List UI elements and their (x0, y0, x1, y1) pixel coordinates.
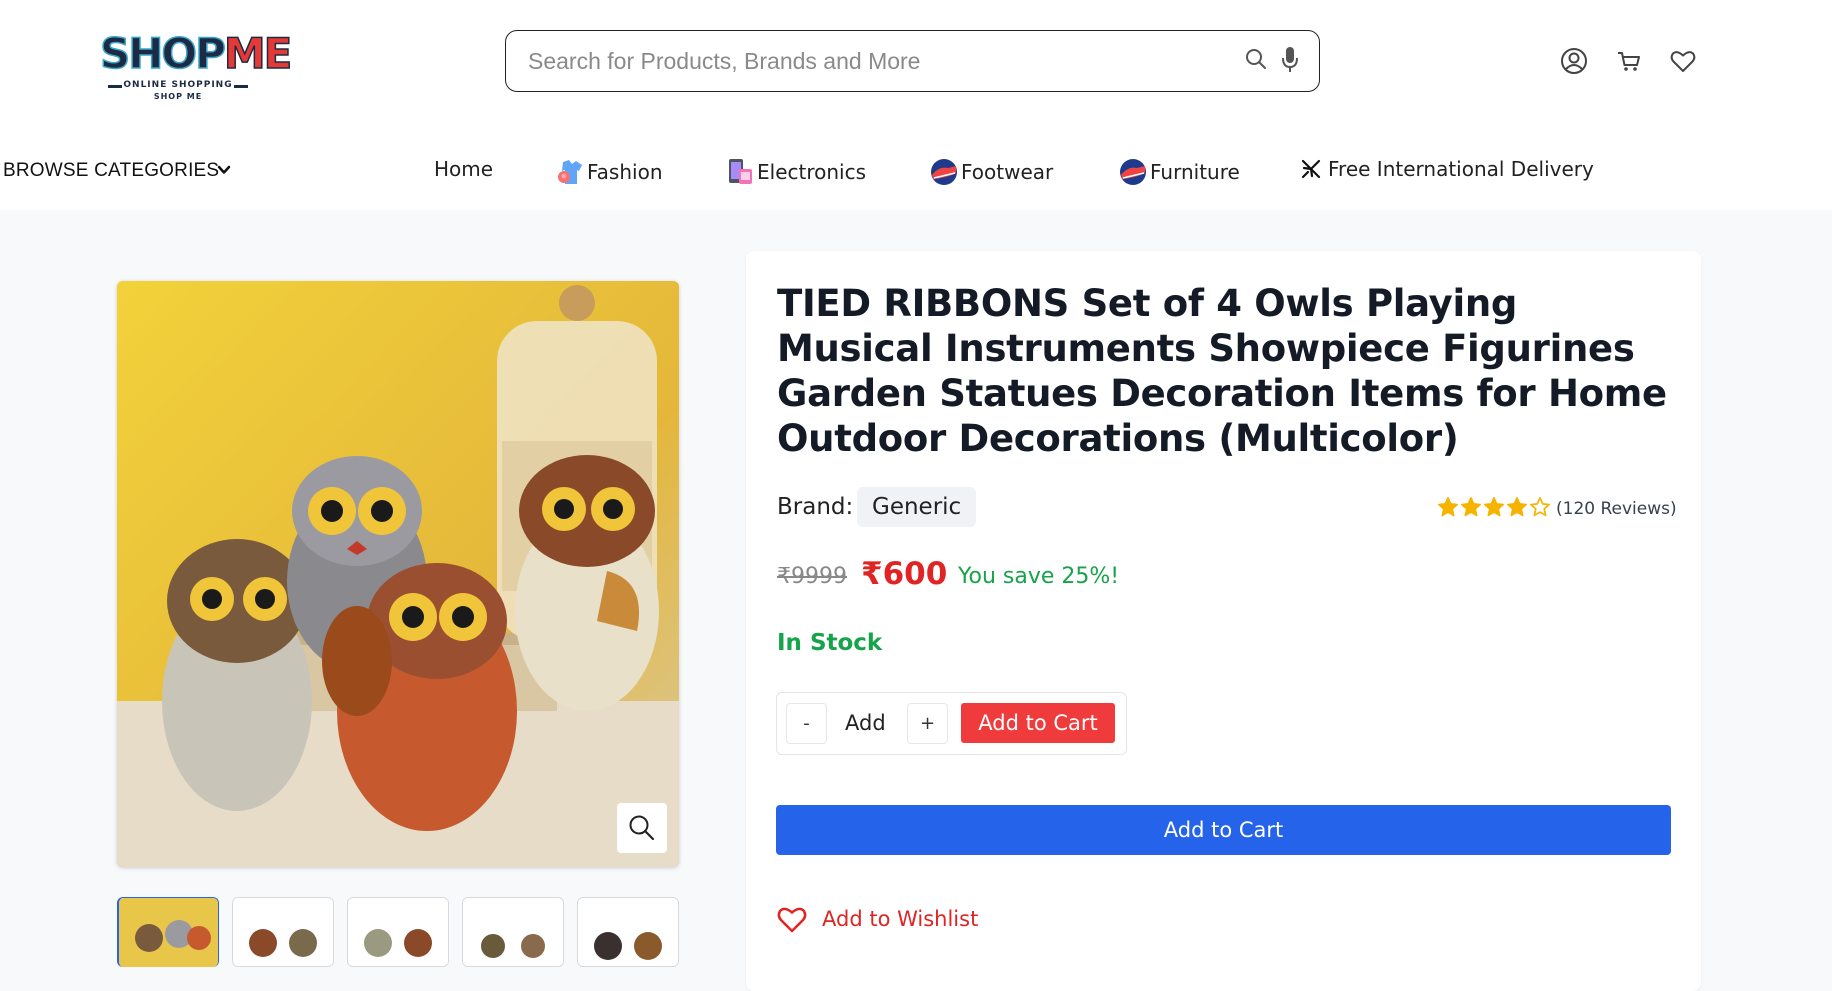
nav-item-fashion[interactable]: Fashion (555, 157, 663, 187)
browse-categories-button[interactable]: BROWSE CATEGORIES (3, 160, 219, 182)
fashion-icon (558, 160, 582, 184)
owl-figure (515, 455, 659, 711)
product-thumbnail[interactable] (347, 897, 449, 967)
product-thumbnail[interactable] (577, 897, 679, 967)
add-to-wishlist-button[interactable]: Add to Wishlist (776, 904, 978, 934)
browse-categories-label: BROWSE CATEGORIES (3, 160, 220, 181)
product-thumbnail[interactable] (232, 897, 334, 967)
magnifier-icon (629, 815, 655, 841)
nav-item-footwear[interactable]: Footwear (929, 157, 1053, 187)
search-input[interactable] (528, 43, 1228, 79)
brand-label: Brand: (777, 494, 854, 520)
star-filled-icon (1438, 497, 1458, 517)
chevron-down-icon[interactable] (217, 163, 231, 177)
thumbnail-strip (117, 897, 679, 967)
logo-wordmark: SHOPME (99, 29, 293, 79)
product-title: TIED RIBBONS Set of 4 Owls Playing Music… (777, 282, 1667, 460)
furniture-icon (1120, 159, 1146, 185)
search-bar (505, 30, 1320, 92)
sale-price: ₹600 (861, 556, 948, 592)
star-filled-icon (1507, 497, 1527, 517)
nav-item-electronics[interactable]: Electronics (725, 157, 866, 187)
product-main-image[interactable] (117, 281, 679, 867)
nav-item-label: Footwear (961, 160, 1054, 184)
nav-item-label: Furniture (1150, 160, 1240, 184)
star-filled-icon (1484, 497, 1504, 517)
rating-stars (1437, 496, 1551, 518)
savings-text: You save 25%! (958, 564, 1120, 589)
review-count[interactable]: (120 Reviews) (1556, 499, 1677, 519)
add-to-cart-small-button[interactable]: Add to Cart (961, 703, 1115, 743)
cart-icon[interactable] (1615, 47, 1643, 75)
nav-item-furniture[interactable]: Furniture (1118, 157, 1240, 187)
wishlist-label: Add to Wishlist (822, 907, 979, 931)
product-thumbnail[interactable] (462, 897, 564, 967)
quantity-decrement-button[interactable]: - (786, 703, 827, 744)
stock-status: In Stock (777, 630, 883, 656)
logo-tagline: ONLINE SHOPPING (123, 80, 233, 90)
zoom-button[interactable] (617, 803, 667, 853)
star-filled-icon (1461, 497, 1481, 517)
heart-icon (777, 907, 807, 933)
user-account-icon[interactable] (1560, 47, 1588, 75)
nav-item-label: Home (434, 157, 494, 181)
nav-item-label: Fashion (587, 160, 663, 184)
original-price: ₹9999 (777, 564, 847, 589)
brand-badge[interactable]: Generic (857, 487, 977, 527)
airplane-icon (1301, 159, 1321, 179)
product-photo (117, 281, 679, 867)
nav-item-label: Electronics (757, 160, 867, 184)
star-empty-icon (1530, 497, 1550, 517)
microphone-icon[interactable] (1281, 46, 1299, 74)
footwear-icon (931, 159, 957, 185)
nav-item-home[interactable]: Home (434, 157, 493, 181)
add-to-cart-button[interactable]: Add to Cart (776, 805, 1671, 855)
wishlist-heart-icon[interactable] (1669, 47, 1697, 75)
nav-item-free-international-delivery[interactable]: Free International Delivery (1300, 157, 1594, 181)
quantity-value: Add (845, 711, 886, 735)
product-thumbnail[interactable] (117, 897, 219, 967)
logo-subtag: SHOP ME (153, 92, 203, 101)
electronics-icon (729, 159, 752, 184)
quantity-increment-button[interactable]: + (907, 703, 948, 744)
nav-item-label: Free International Delivery (1328, 157, 1594, 181)
search-icon[interactable] (1245, 48, 1267, 70)
shopme-logo[interactable]: SHOPME ONLINE SHOPPING SHOP ME (99, 29, 293, 104)
